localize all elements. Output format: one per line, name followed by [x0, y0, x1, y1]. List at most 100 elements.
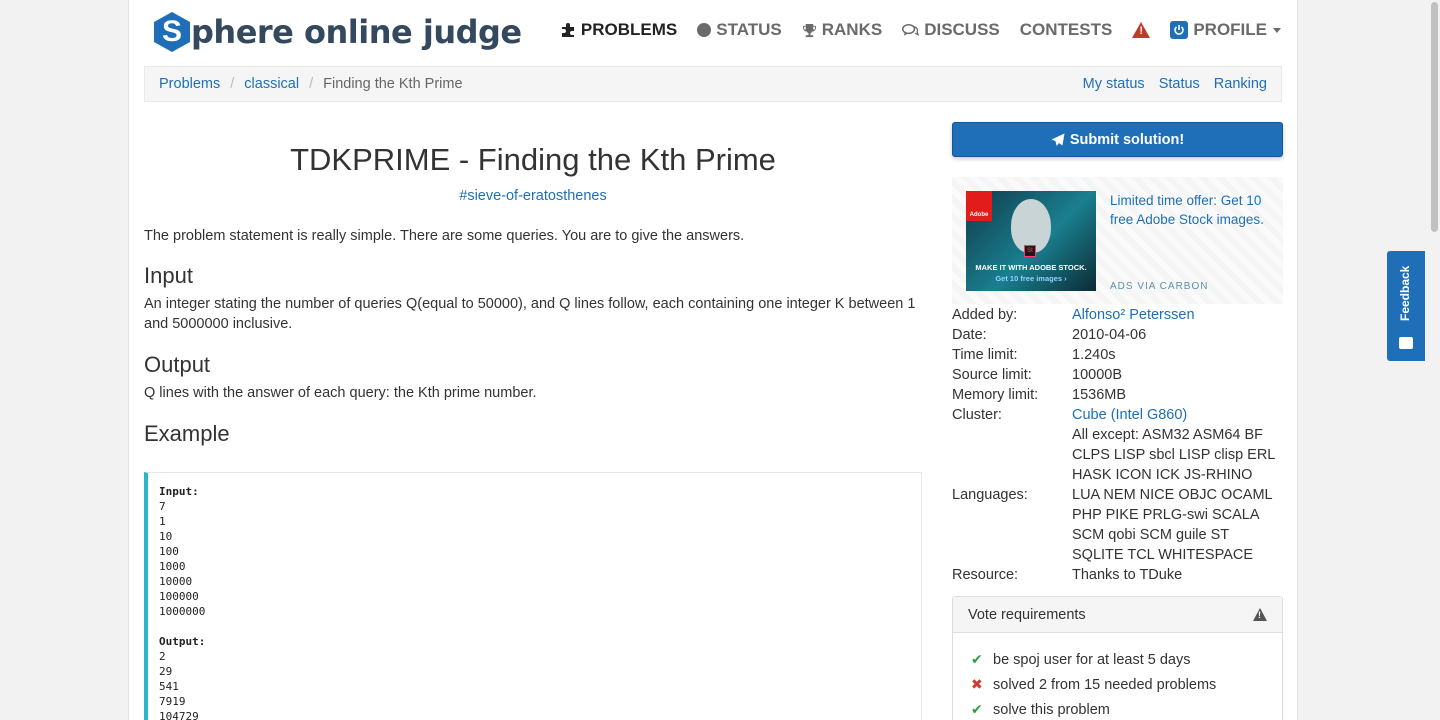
cluster-link[interactable]: Cube (Intel G860): [1072, 407, 1187, 423]
nav-profile[interactable]: PROFILE: [1170, 20, 1281, 40]
nav-status-label: STATUS: [716, 20, 782, 39]
output-heading: Output: [144, 352, 211, 377]
example-output-line: 7919: [159, 695, 186, 708]
info-label: Memory limit:: [952, 387, 1039, 403]
warning-icon: [1253, 608, 1267, 621]
info-row-time-limit: Time limit: 1.240s: [952, 345, 1283, 365]
info-value: 10000B: [1072, 367, 1122, 383]
ad-image[interactable]: Adobe St MAKE IT WITH ADOBE STOCK. Get 1…: [966, 191, 1096, 291]
nav-contests[interactable]: CONTESTS: [1020, 20, 1113, 40]
site-logo[interactable]: S phere online judge: [154, 10, 522, 54]
cross-icon: ✖: [971, 676, 983, 692]
nav-contests-label: CONTESTS: [1019, 20, 1113, 39]
nav-status[interactable]: STATUS: [697, 20, 782, 40]
breadcrumb: Problems / classical / Finding the Kth P…: [144, 66, 1282, 102]
status-link[interactable]: Status: [1159, 76, 1200, 92]
ad-text-link[interactable]: Limited time offer: Get 10 free Adobe St…: [1110, 191, 1270, 229]
example-heading: Example: [144, 421, 230, 446]
info-row-added-by: Added by: Alfonso² Peterssen: [952, 305, 1283, 325]
info-row-cluster: Cluster: Cube (Intel G860): [952, 405, 1283, 425]
nav-ranks-label: RANKS: [821, 20, 883, 39]
breadcrumb-current: Finding the Kth Prime: [323, 76, 463, 92]
submit-solution-button[interactable]: Submit solution!: [952, 122, 1283, 157]
circle-icon: [697, 23, 712, 37]
info-label: Time limit:: [952, 347, 1018, 363]
vote-requirements-panel: Vote requirements ✔ be spoj user for at …: [952, 596, 1283, 720]
example-input-line: 10000: [159, 575, 193, 588]
problem-title: TDKPRIME - Finding the Kth Prime: [290, 142, 776, 177]
info-label: Added by:: [952, 307, 1018, 323]
carbon-ad: Adobe St MAKE IT WITH ADOBE STOCK. Get 1…: [952, 177, 1283, 304]
power-icon: [1170, 21, 1189, 39]
trophy-icon: [802, 23, 817, 38]
info-row-memory-limit: Memory limit: 1536MB: [952, 385, 1283, 405]
nav-discuss-label: DISCUSS: [924, 20, 1000, 39]
info-label: Date:: [952, 327, 987, 343]
info-row-resource: Resource: Thanks to TDuke: [952, 565, 1283, 585]
check-icon: ✔: [971, 701, 983, 717]
example-output-line: 2: [159, 650, 166, 663]
nav-ranks[interactable]: RANKS: [802, 20, 882, 40]
info-value: Thanks to TDuke: [1072, 567, 1183, 583]
page-container: S phere online judge PROBLEMS STATUS RAN…: [128, 0, 1298, 720]
info-label: Cluster:: [952, 407, 1002, 423]
alert-icon[interactable]: [1132, 22, 1151, 38]
nav-problems[interactable]: PROBLEMS: [560, 20, 677, 40]
ads-via-carbon-link[interactable]: ADS VIA CARBON: [1110, 281, 1208, 292]
chevron-down-icon: [1273, 27, 1281, 33]
example-output-line: 104729: [159, 710, 199, 720]
example-input-line: 100000: [159, 590, 199, 603]
comments-icon: [902, 23, 920, 37]
info-row-languages: Languages: All except: ASM32 ASM64 BF CL…: [952, 425, 1283, 565]
problem-sidebar: Submit solution! Adobe St MAKE IT WITH A…: [952, 122, 1283, 720]
example-input-line: 100: [159, 545, 179, 558]
nav-discuss[interactable]: DISCUSS: [902, 20, 1000, 40]
example-input-line: 1: [159, 515, 166, 528]
example-output-line: 541: [159, 680, 179, 693]
ranking-link[interactable]: Ranking: [1214, 76, 1267, 92]
problem-tag: #sieve-of-eratosthenes: [144, 188, 922, 204]
problem-statement: The problem statement is really simple. …: [144, 228, 745, 244]
info-value: All except: ASM32 ASM64 BF CLPS LISP sbc…: [1072, 427, 1275, 563]
breadcrumb-separator: /: [230, 76, 235, 92]
list-item: ✔ solve this problem: [971, 697, 1282, 720]
info-value: 1536MB: [1072, 387, 1127, 403]
my-status-link[interactable]: My status: [1083, 76, 1145, 92]
tag-link[interactable]: #sieve-of-eratosthenes: [459, 188, 607, 204]
info-row-source-limit: Source limit: 10000B: [952, 365, 1283, 385]
vote-requirements-list: ✔ be spoj user for at least 5 days ✖ sol…: [953, 633, 1282, 720]
list-item: ✖ solved 2 from 15 needed problems: [971, 672, 1282, 697]
info-label: Resource:: [952, 567, 1019, 583]
breadcrumb-links: My status Status Ranking: [1069, 76, 1267, 92]
ad-image-caption: MAKE IT WITH ADOBE STOCK.: [975, 263, 1087, 272]
example-output-label: Output:: [159, 635, 206, 648]
feedback-tab[interactable]: Feedback: [1387, 251, 1425, 361]
ad-image-cta: Get 10 free images ›: [995, 274, 1067, 283]
author-link[interactable]: Alfonso² Peterssen: [1072, 307, 1195, 323]
vote-requirements-header: Vote requirements: [953, 597, 1282, 633]
example-input-line: 10: [159, 530, 173, 543]
list-item: ✔ be spoj user for at least 5 days: [971, 647, 1282, 672]
breadcrumb-problems[interactable]: Problems: [159, 76, 220, 92]
adobe-stock-mark: St: [1024, 245, 1036, 257]
output-text: Q lines with the answer of each query: t…: [144, 385, 537, 401]
submit-solution-label: Submit solution!: [1069, 131, 1185, 148]
logo-hexagon: S: [154, 12, 190, 52]
vote-requirement-text: solve this problem: [993, 701, 1110, 718]
nav-problems-label: PROBLEMS: [580, 20, 678, 39]
info-value: 1.240s: [1072, 347, 1116, 363]
example-output-line: 29: [159, 665, 173, 678]
puzzle-icon: [560, 22, 576, 38]
breadcrumb-classical[interactable]: classical: [244, 76, 299, 92]
scrollbar[interactable]: [1430, 0, 1438, 720]
check-icon: ✔: [971, 651, 983, 667]
vote-requirement-text: be spoj user for at least 5 days: [993, 651, 1191, 668]
example-input-line: 1000000: [159, 605, 206, 618]
scrollbar-thumb[interactable]: [1431, 2, 1438, 232]
feedback-icon: [1399, 337, 1413, 349]
feedback-label: Feedback: [1398, 265, 1412, 321]
vote-requirement-text: solved 2 from 15 needed problems: [993, 676, 1217, 693]
paper-plane-icon: [1051, 133, 1065, 147]
nav-profile-label: PROFILE: [1193, 20, 1267, 39]
example-input-line: 7: [159, 500, 166, 513]
